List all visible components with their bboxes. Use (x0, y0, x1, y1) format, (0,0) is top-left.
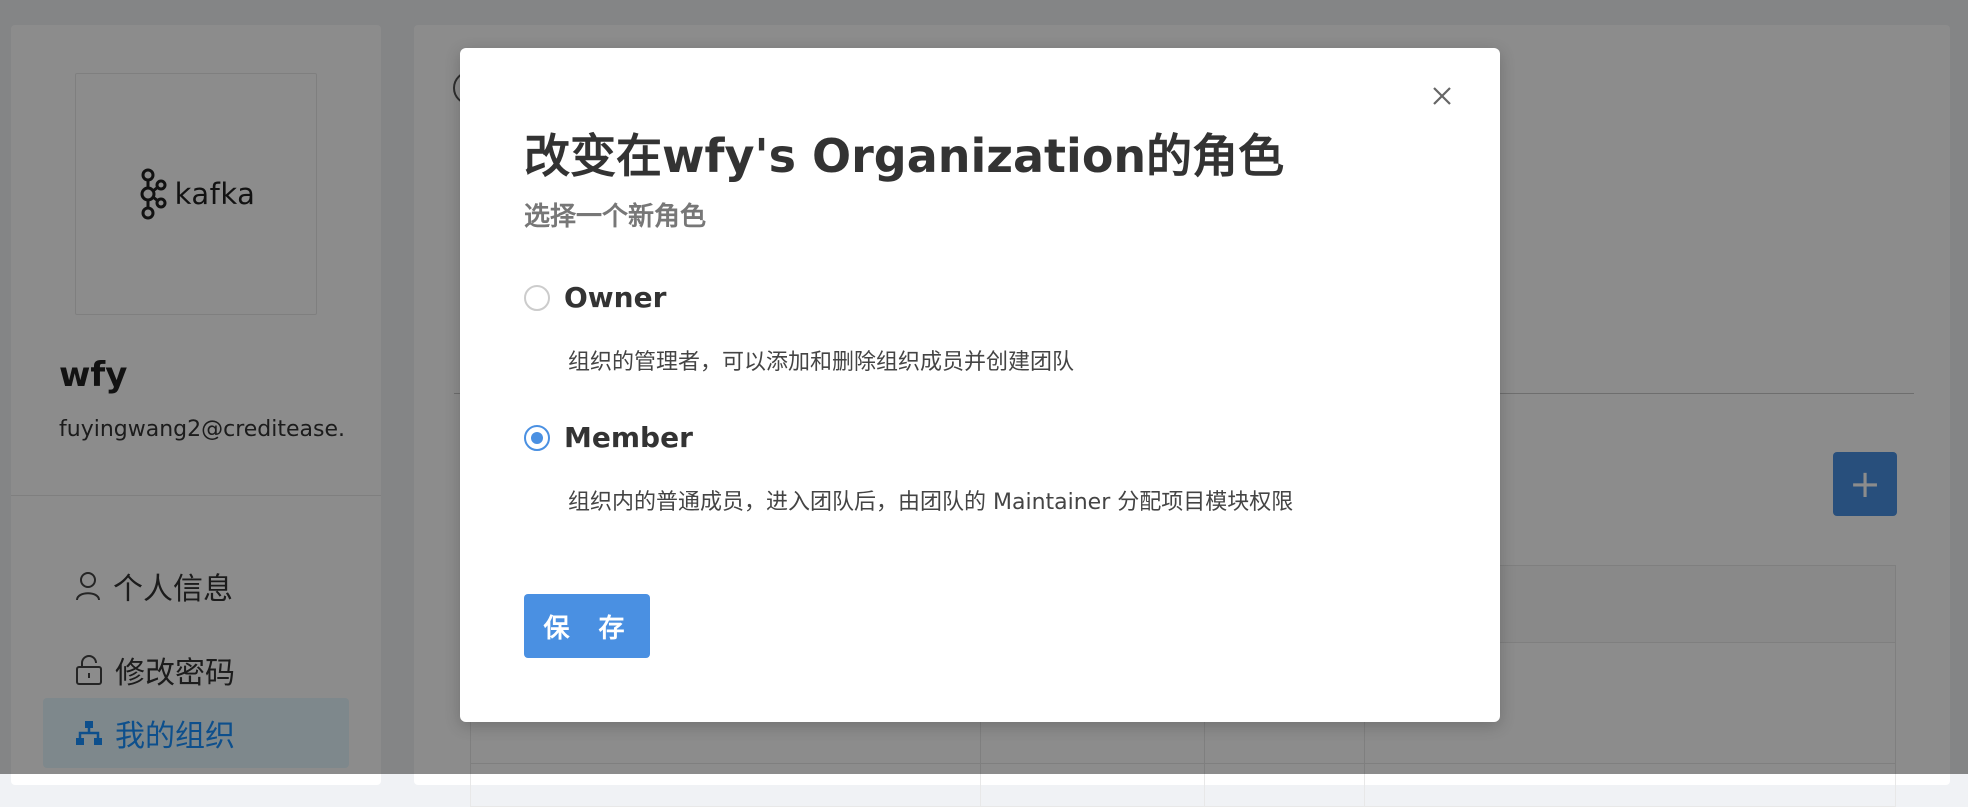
role-option-member[interactable]: Member (524, 421, 693, 454)
member-radio[interactable] (524, 424, 550, 451)
role-option-owner[interactable]: Owner (524, 281, 666, 314)
owner-radio[interactable] (524, 284, 550, 311)
close-button[interactable] (1424, 78, 1460, 114)
save-button[interactable]: 保 存 (524, 594, 650, 658)
role-description: 组织的管理者，可以添加和删除组织成员并创建团队 (568, 350, 1075, 375)
radio-selected-dot (531, 431, 543, 444)
role-name: Owner (564, 281, 667, 314)
change-role-dialog: 改变在wfy's Organization的角色 选择一个新角色 Owner 组… (460, 48, 1500, 722)
role-name: Member (564, 421, 693, 454)
role-description: 组织内的普通成员，进入团队后，由团队的 Maintainer 分配项目模块权限 (568, 490, 1294, 515)
dialog-title: 改变在wfy's Organization的角色 (524, 129, 1285, 183)
dialog-subtitle: 选择一个新角色 (524, 202, 707, 232)
close-icon (1433, 87, 1451, 105)
